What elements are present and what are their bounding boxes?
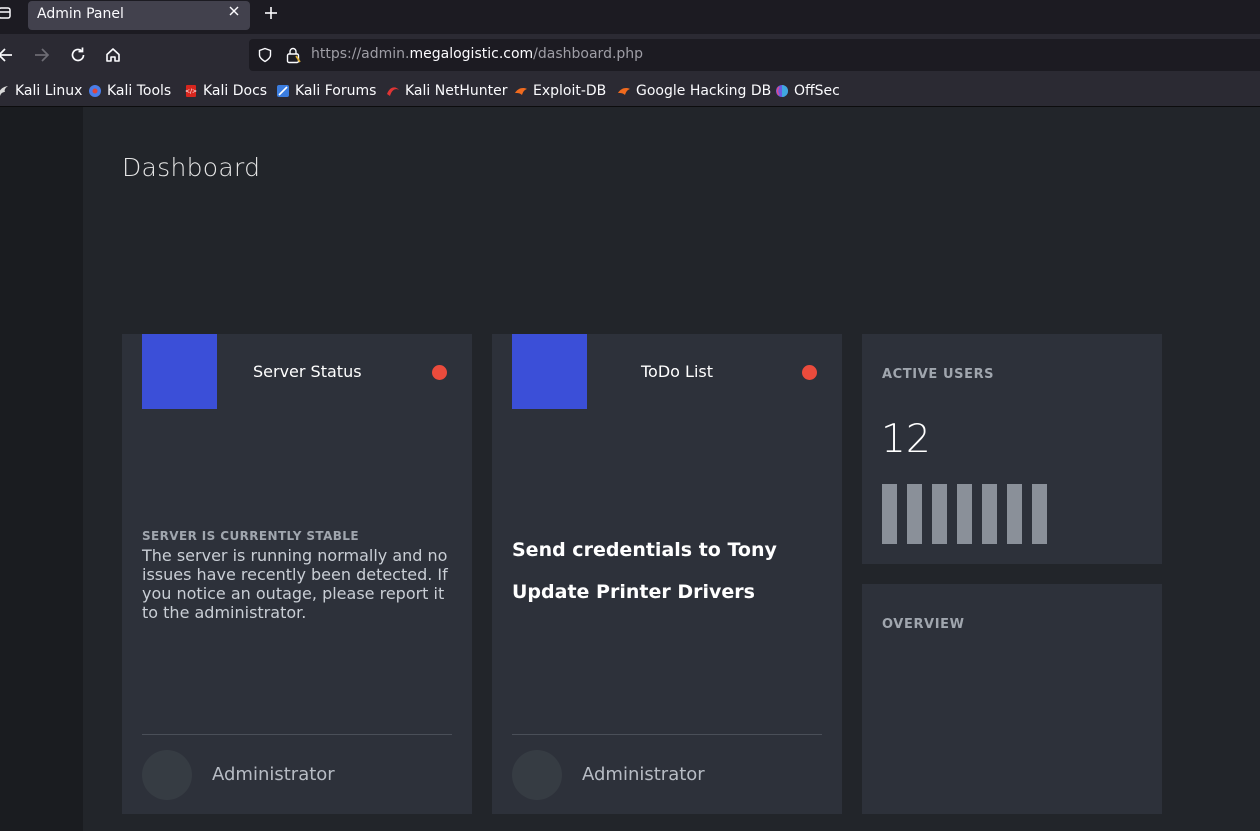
bookmark-kali-linux[interactable]: Kali Linux (0, 82, 82, 100)
bookmark-label: Kali Linux (15, 83, 83, 99)
bookmark-label: Kali Tools (107, 83, 172, 99)
exploit-db-icon (515, 88, 527, 95)
card-divider (142, 734, 452, 735)
offsec-icon (776, 85, 788, 97)
address-bar[interactable]: https://admin.megalogistic.com/dashboard… (249, 39, 1260, 71)
svg-text:</>: </> (185, 88, 197, 95)
bookmark-label: OffSec (794, 83, 840, 99)
forward-arrow-icon[interactable] (33, 46, 51, 64)
active-users-count: 12 (881, 417, 931, 462)
active-users-card: ACTIVE USERS 12 (862, 334, 1162, 564)
status-indicator (802, 365, 817, 380)
card-title: Server Status (253, 362, 362, 381)
activity-bar (882, 484, 897, 544)
card-owner: Administrator (212, 764, 335, 785)
activity-bar (1007, 484, 1022, 544)
active-users-label: ACTIVE USERS (882, 367, 995, 382)
bookmark-kali-docs[interactable]: </> Kali Docs (184, 82, 267, 100)
status-description: The server is running normally and no is… (142, 546, 448, 622)
todo-item: Update Printer Drivers (512, 581, 755, 603)
kali-nethunter-icon (387, 87, 399, 96)
avatar (142, 750, 192, 800)
bookmark-label: Kali Forums (295, 83, 377, 99)
tab-admin-panel[interactable]: Admin Panel (28, 1, 250, 30)
status-indicator (432, 365, 447, 380)
reload-icon[interactable] (69, 46, 87, 64)
server-status-card: Server Status SERVER IS CURRENTLY STABLE… (122, 334, 472, 814)
overview-card: OVERVIEW (862, 584, 1162, 814)
overview-label: OVERVIEW (882, 617, 965, 632)
card-owner: Administrator (582, 764, 705, 785)
activity-bar (1032, 484, 1047, 544)
bookmark-exploit-db[interactable]: Exploit-DB (514, 82, 606, 100)
activity-bar (932, 484, 947, 544)
page-title: Dashboard (122, 153, 261, 182)
bookmark-kali-nethunter[interactable]: Kali NetHunter (386, 82, 507, 100)
page-content: Dashboard Server Status SERVER IS CURREN… (0, 107, 1260, 831)
kali-docs-icon: </> (185, 85, 197, 97)
kali-dragon-icon (0, 86, 8, 96)
card-title: ToDo List (641, 362, 714, 381)
lock-icon[interactable] (285, 46, 301, 64)
bookmark-label: Kali Docs (203, 83, 268, 99)
navigation-toolbar: https://admin.megalogistic.com/dashboard… (0, 34, 1260, 76)
todo-list-card: ToDo List Send credentials to Tony Updat… (492, 334, 842, 814)
shield-icon[interactable] (257, 47, 273, 63)
kali-tools-icon (89, 85, 101, 97)
url-domain: megalogistic.com (409, 46, 534, 62)
bookmarks-toolbar: Kali Linux Kali Tools </> Kali Docs Kali… (0, 76, 1260, 107)
bookmark-label: Google Hacking DB (636, 83, 772, 99)
tab-list-icon[interactable] (0, 6, 12, 20)
activity-bar (957, 484, 972, 544)
bookmark-google-hacking-db[interactable]: Google Hacking DB (617, 82, 771, 100)
card-thumbnail (142, 334, 217, 409)
bookmark-kali-forums[interactable]: Kali Forums (276, 82, 376, 100)
tab-strip: Admin Panel (0, 0, 1260, 34)
back-arrow-icon[interactable] (0, 46, 14, 64)
activity-bar (907, 484, 922, 544)
kali-forums-icon (277, 85, 289, 97)
card-thumbnail (512, 334, 587, 409)
url-path: /dashboard.php (533, 46, 644, 62)
card-divider (512, 734, 822, 735)
home-icon[interactable] (104, 46, 122, 64)
bookmark-label: Exploit-DB (533, 83, 607, 99)
status-heading: SERVER IS CURRENTLY STABLE (142, 529, 359, 543)
bookmark-offsec[interactable]: OffSec (775, 82, 840, 100)
bookmark-kali-tools[interactable]: Kali Tools (88, 82, 171, 100)
tab-title: Admin Panel (37, 6, 124, 22)
url-prefix: https://admin. (311, 46, 410, 62)
sidebar (0, 107, 83, 831)
ghdb-icon (618, 88, 630, 95)
bookmark-label: Kali NetHunter (405, 83, 508, 99)
close-icon[interactable] (228, 5, 240, 17)
avatar (512, 750, 562, 800)
todo-item: Send credentials to Tony (512, 539, 777, 561)
plus-icon[interactable] (263, 5, 279, 21)
url-text: https://admin.megalogistic.com/dashboard… (311, 46, 643, 62)
activity-bar (982, 484, 997, 544)
